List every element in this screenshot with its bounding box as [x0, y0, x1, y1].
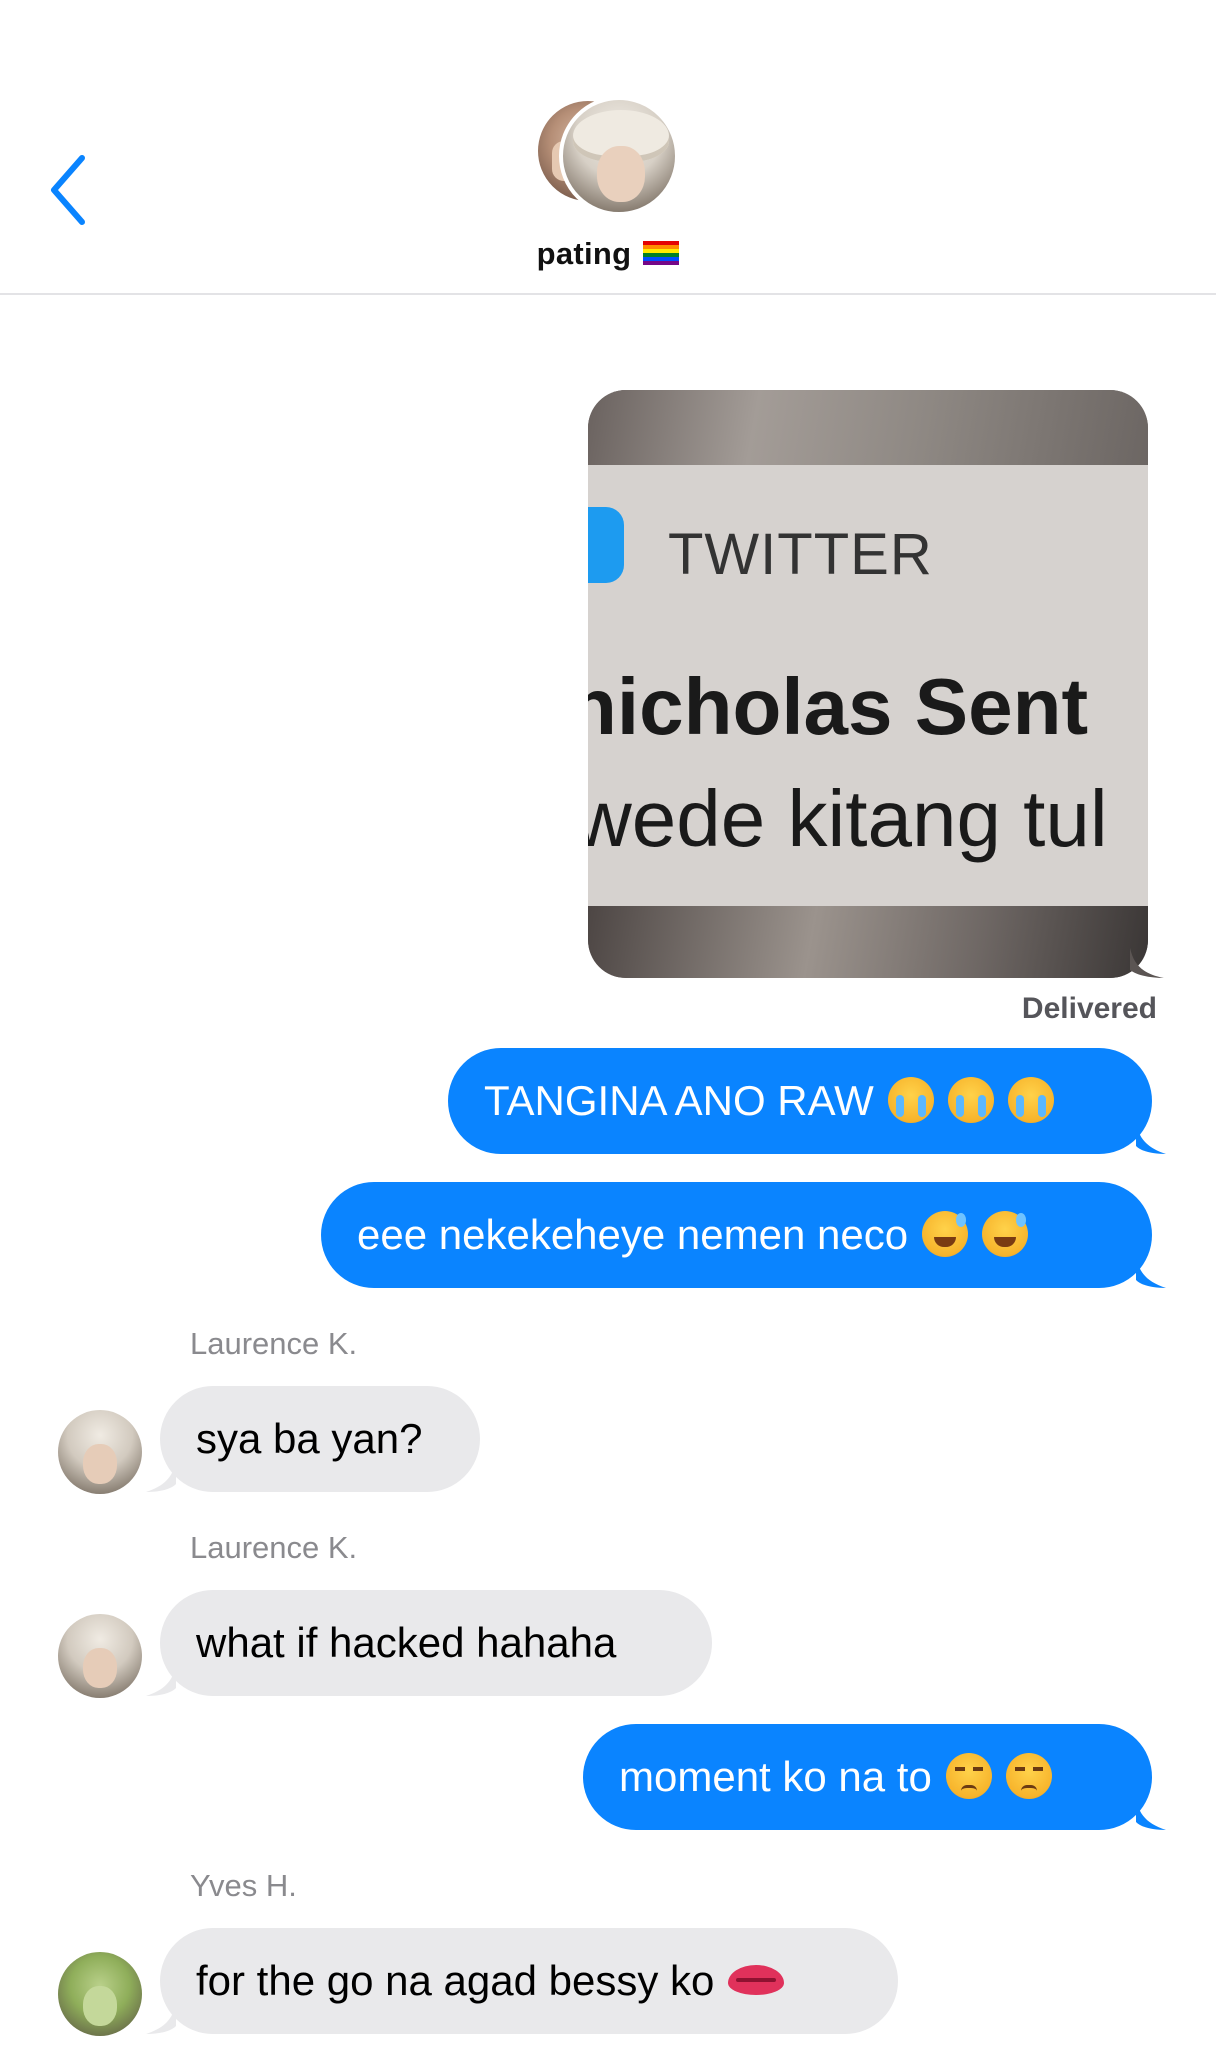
message-bubble-outgoing[interactable]: TANGINA ANO RAW: [448, 1048, 1152, 1154]
message-text: sya ba yan?: [196, 1415, 423, 1462]
bubble-tail: [1136, 1124, 1166, 1154]
avatar[interactable]: [58, 1410, 142, 1494]
sender-name: Laurence K.: [190, 1530, 358, 1565]
bubble-tail: [1130, 948, 1164, 978]
notification-app-name: TWITTER: [668, 522, 933, 587]
rainbow-flag-icon: [643, 240, 680, 265]
grinning-sweat-face-icon: [922, 1210, 969, 1257]
notification-screenshot: TWITTER nicholas Sent wede kitang tul: [588, 465, 1148, 906]
bubble-tail: [146, 1666, 176, 1696]
loudly-crying-face-icon: [1007, 1076, 1054, 1123]
avatar[interactable]: [58, 1614, 142, 1698]
chat-header: pating: [0, 0, 1216, 295]
sender-name: Laurence K.: [190, 1326, 358, 1361]
chevron-left-icon: [51, 155, 85, 225]
message-text: for the go na agad bessy ko: [196, 1957, 715, 2004]
bubble-tail: [146, 1462, 176, 1492]
message-text: eee nekekeheye nemen neco: [357, 1211, 909, 1258]
grinning-sweat-face-icon: [982, 1210, 1029, 1257]
member-avatar-front: [559, 96, 679, 216]
bubble-tail: [146, 2004, 176, 2034]
message-bubble-incoming[interactable]: what if hacked hahaha: [160, 1590, 712, 1696]
message-text: what if hacked hahaha: [196, 1619, 617, 1666]
message-bubble-incoming[interactable]: sya ba yan?: [160, 1386, 480, 1492]
sender-name: Yves H.: [190, 1868, 297, 1903]
chat-name: pating: [536, 236, 632, 271]
message-text: moment ko na to: [619, 1753, 932, 1800]
angry-face-icon: [945, 1752, 992, 1799]
loudly-crying-face-icon: [947, 1076, 994, 1123]
loudly-crying-face-icon: [887, 1076, 934, 1123]
lips-icon: [728, 1964, 785, 1995]
notification-preview: wede kitang tul: [588, 774, 1108, 863]
bubble-tail: [1136, 1258, 1166, 1288]
delivery-status: Delivered: [1021, 992, 1157, 1025]
avatar[interactable]: [58, 1952, 142, 2036]
twitter-icon: [588, 507, 624, 583]
chat-title[interactable]: pating: [0, 236, 1216, 272]
message-bubble-incoming[interactable]: for the go na agad bessy ko: [160, 1928, 898, 2034]
bubble-tail: [1136, 1800, 1166, 1830]
message-bubble-outgoing[interactable]: eee nekekeheye nemen neco: [321, 1182, 1152, 1288]
message-text: TANGINA ANO RAW: [484, 1077, 874, 1124]
image-message[interactable]: TWITTER nicholas Sent wede kitang tul: [588, 390, 1148, 978]
message-bubble-outgoing[interactable]: moment ko na to: [583, 1724, 1152, 1830]
group-avatar[interactable]: [535, 96, 683, 216]
angry-face-icon: [1005, 1752, 1052, 1799]
back-button[interactable]: [44, 150, 94, 230]
notification-sender: nicholas Sent: [588, 662, 1089, 751]
